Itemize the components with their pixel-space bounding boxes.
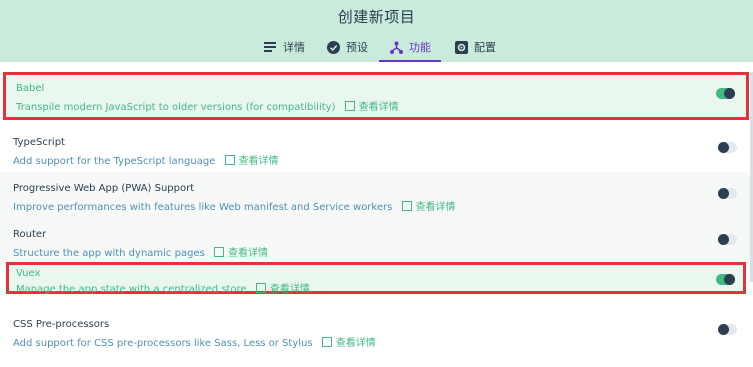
check-circle-icon (326, 40, 340, 54)
feature-description: Transpile modern JavaScript to older ver… (16, 98, 399, 113)
feature-description-text: Add support for the TypeScript language (13, 156, 216, 167)
more-info-label: 查看详情 (335, 338, 376, 349)
page-title: 创建新项目 (337, 8, 416, 26)
feature-description-text: Manage the app state with a centralized … (16, 284, 247, 295)
feature-toggle[interactable] (716, 274, 735, 285)
toggle-knob (718, 142, 729, 153)
feature-description-text: Add support for CSS pre-processors like … (13, 338, 313, 349)
feature-toggle[interactable] (718, 234, 737, 245)
feature-description-text: Improve performances with features like … (13, 202, 393, 213)
more-info-label: 查看详情 (227, 248, 268, 259)
more-info-link[interactable]: 查看详情 (321, 337, 376, 349)
more-info-label: 查看详情 (415, 202, 456, 213)
feature-row-babel[interactable]: Babel Transpile modern JavaScript to old… (3, 72, 749, 120)
more-info-label: 查看详情 (238, 156, 279, 167)
external-link-icon (224, 155, 235, 165)
feature-row-typescript[interactable]: TypeScript Add support for the TypeScrip… (0, 126, 753, 172)
more-info-link[interactable]: 查看详情 (213, 247, 268, 259)
more-info-link[interactable]: 查看详情 (255, 283, 310, 295)
header: 创建新项目 详情 预设 功能 配置 (0, 0, 753, 62)
tab-presets[interactable]: 预设 (326, 34, 368, 60)
more-info-label: 查看详情 (358, 102, 399, 113)
gear-icon (454, 40, 468, 54)
external-link-icon (344, 101, 355, 111)
feature-toggle[interactable] (718, 324, 737, 335)
external-link-icon (255, 283, 266, 293)
feature-name: TypeScript (13, 137, 65, 148)
toggle-knob (724, 88, 735, 99)
toggle-knob (718, 324, 729, 335)
feature-name: Progressive Web App (PWA) Support (13, 183, 195, 194)
feature-description: Add support for the TypeScript language … (13, 152, 279, 167)
feature-toggle[interactable] (718, 142, 737, 153)
feature-description: Structure the app with dynamic pages 查看详… (13, 244, 268, 259)
more-info-label: 查看详情 (269, 284, 310, 295)
feature-description: Manage the app state with a centralized … (16, 280, 310, 295)
feature-name: Babel (16, 83, 45, 94)
tab-features-label: 功能 (409, 41, 431, 54)
toggle-knob (718, 188, 729, 199)
tab-config[interactable]: 配置 (454, 34, 496, 60)
feature-row-css-preprocessors[interactable]: CSS Pre-processors Add support for CSS p… (0, 308, 753, 354)
feature-toggle[interactable] (716, 88, 735, 99)
feature-toggle[interactable] (718, 188, 737, 199)
feature-row-pwa[interactable]: Progressive Web App (PWA) Support Improv… (0, 172, 753, 218)
feature-description: Add support for CSS pre-processors like … (13, 334, 376, 349)
external-link-icon (321, 337, 332, 347)
feature-description: Improve performances with features like … (13, 198, 456, 213)
toggle-knob (718, 234, 729, 245)
feature-description-text: Structure the app with dynamic pages (13, 248, 205, 259)
list-icon (263, 40, 277, 54)
tab-details-label: 详情 (283, 41, 305, 54)
tab-bar: 详情 预设 功能 配置 (0, 34, 753, 62)
fork-icon (389, 40, 403, 54)
external-link-icon (213, 247, 224, 257)
feature-row-vuex[interactable]: Vuex Manage the app state with a central… (6, 262, 746, 295)
more-info-link[interactable]: 查看详情 (344, 101, 399, 113)
feature-row-router[interactable]: Router Structure the app with dynamic pa… (0, 218, 753, 264)
more-info-link[interactable]: 查看详情 (224, 155, 279, 167)
feature-name: Router (13, 229, 47, 240)
more-info-link[interactable]: 查看详情 (401, 201, 456, 213)
tab-details[interactable]: 详情 (263, 34, 305, 60)
tab-presets-label: 预设 (346, 41, 368, 54)
feature-name: CSS Pre-processors (13, 319, 110, 330)
tab-features[interactable]: 功能 (379, 34, 441, 62)
feature-description-text: Transpile modern JavaScript to older ver… (16, 102, 336, 113)
external-link-icon (401, 201, 412, 211)
toggle-knob (724, 274, 735, 285)
feature-name: Vuex (16, 268, 41, 279)
tab-config-label: 配置 (474, 41, 496, 54)
